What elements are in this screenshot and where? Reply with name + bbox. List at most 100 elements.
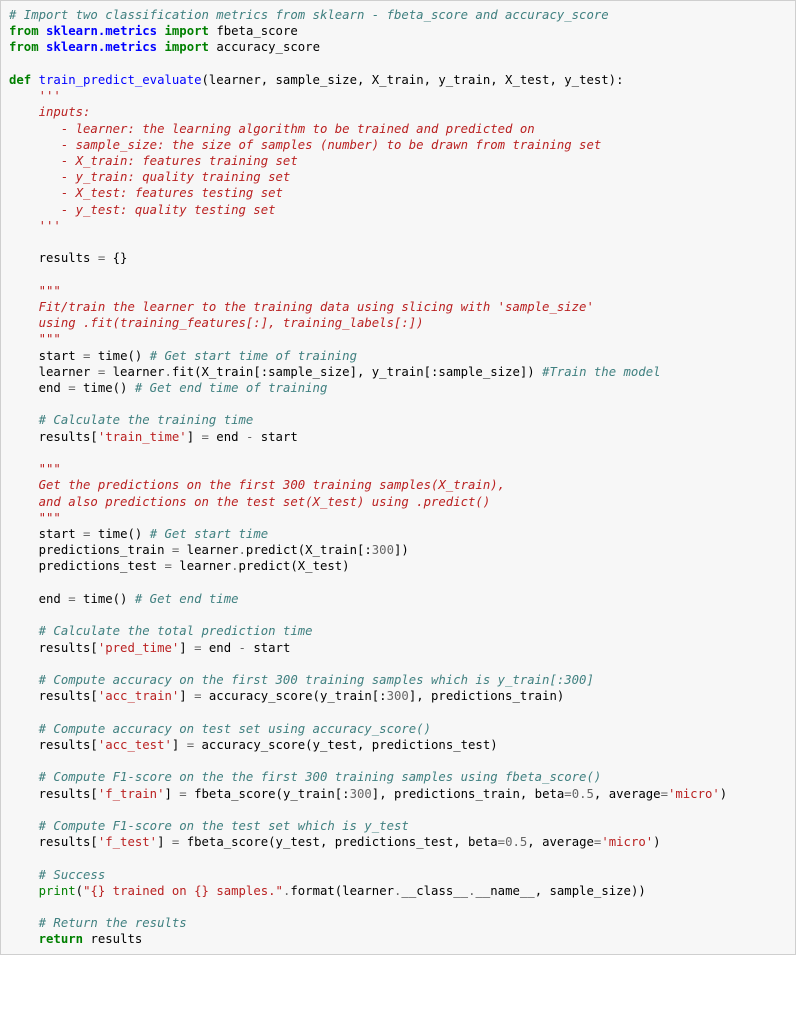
comment: # Return the results (9, 916, 187, 930)
code-text: results[ (9, 738, 98, 752)
code-text: start (9, 527, 83, 541)
operator: = (202, 430, 209, 444)
docstring: """ (9, 284, 61, 298)
code-text: ) (720, 787, 727, 801)
number: 0.5 (572, 787, 594, 801)
docstring: Fit/train the learner to the training da… (9, 300, 594, 314)
comment: #Train the model (542, 365, 660, 379)
code-text: , average (527, 835, 594, 849)
code-text: learner (179, 543, 238, 557)
comment: # Calculate the total prediction time (9, 624, 313, 638)
code-text: ] (179, 689, 194, 703)
docstring: - X_test: features testing set (9, 186, 283, 200)
code-text: predictions_train (9, 543, 172, 557)
module-name: sklearn.metrics (46, 24, 157, 38)
comment: # Get start time of training (150, 349, 357, 363)
code-text: {} (105, 251, 127, 265)
code-text: fbeta_score(y_train[: (187, 787, 350, 801)
code-text: time() (90, 527, 149, 541)
code-text: results[ (9, 641, 98, 655)
docstring: ''' (9, 219, 61, 233)
code-text: end (202, 641, 239, 655)
string: 'f_train' (98, 787, 165, 801)
code-text: ] (187, 430, 202, 444)
docstring: Get the predictions on the first 300 tra… (9, 478, 505, 492)
code-text: results[ (9, 835, 98, 849)
comment: # Compute F1-score on the test set which… (9, 819, 409, 833)
code-text: results[ (9, 787, 98, 801)
signature: (learner, sample_size, X_train, y_train,… (202, 73, 624, 87)
comment: # Compute accuracy on the first 300 trai… (9, 673, 594, 687)
code-cell: # Import two classification metrics from… (0, 0, 796, 955)
string: "{} trained on {} samples." (83, 884, 283, 898)
operator: = (68, 592, 75, 606)
string: 'micro' (601, 835, 653, 849)
comment: # Get end time (135, 592, 239, 606)
code-text: ( (76, 884, 83, 898)
identifier: accuracy_score (216, 40, 320, 54)
operator: = (68, 381, 75, 395)
code-text: accuracy_score(y_train[: (202, 689, 387, 703)
keyword-import: import (165, 40, 209, 54)
docstring: inputs: (9, 105, 90, 119)
code-text: learner (105, 365, 164, 379)
docstring: """ (9, 511, 61, 525)
docstring: - y_test: quality testing set (9, 203, 276, 217)
string: 'acc_train' (98, 689, 179, 703)
code-text: end (9, 381, 68, 395)
string: 'acc_test' (98, 738, 172, 752)
string: 'f_test' (98, 835, 157, 849)
string: 'micro' (668, 787, 720, 801)
code-text: learner (172, 559, 231, 573)
keyword-def: def (9, 73, 31, 87)
docstring: using .fit(training_features[:], trainin… (9, 316, 424, 330)
code-text: ], predictions_train, beta (372, 787, 565, 801)
code-text: predictions_test (9, 559, 164, 573)
code-text: ] (157, 835, 172, 849)
docstring: and also predictions on the test set(X_t… (9, 495, 490, 509)
code-text: __class__ (401, 884, 468, 898)
number: 300 (387, 689, 409, 703)
operator: = (179, 787, 186, 801)
keyword-import: import (165, 24, 209, 38)
code-text: start (253, 430, 297, 444)
docstring: ''' (9, 89, 61, 103)
code-text: fit(X_train[:sample_size], y_train[:samp… (172, 365, 542, 379)
operator: . (164, 365, 171, 379)
function-name: train_predict_evaluate (39, 73, 202, 87)
code-text: results[ (9, 430, 98, 444)
keyword-return: return (39, 932, 83, 946)
code-text: results[ (9, 689, 98, 703)
code-text: ]) (394, 543, 409, 557)
code-text: predict(X_train[: (246, 543, 372, 557)
keyword-from: from (9, 40, 39, 54)
operator: = (498, 835, 505, 849)
code-text: fbeta_score(y_test, predictions_test, be… (179, 835, 497, 849)
builtin-print: print (39, 884, 76, 898)
code-text: , average (594, 787, 661, 801)
comment: # Get end time of training (135, 381, 328, 395)
code-text: start (9, 349, 83, 363)
identifier: fbeta_score (216, 24, 297, 38)
code-text: learner (9, 365, 98, 379)
comment: # Compute F1-score on the the first 300 … (9, 770, 601, 784)
number: 0.5 (505, 835, 527, 849)
comment: # Success (9, 868, 105, 882)
number: 300 (350, 787, 372, 801)
code-text: time() (90, 349, 149, 363)
docstring: """ (9, 332, 61, 346)
module-name: sklearn.metrics (46, 40, 157, 54)
operator: = (564, 787, 571, 801)
operator: . (231, 559, 238, 573)
code-text: start (246, 641, 290, 655)
code-text (9, 884, 39, 898)
code-text: end (9, 592, 68, 606)
code-text: predict(X_test) (239, 559, 350, 573)
code-text: accuracy_score(y_test, predictions_test) (194, 738, 498, 752)
code-text: ) (653, 835, 660, 849)
comment: # Compute accuracy on test set using acc… (9, 722, 431, 736)
operator: = (661, 787, 668, 801)
keyword-from: from (9, 24, 39, 38)
code-text: time() (76, 592, 135, 606)
code-text: ], predictions_train) (409, 689, 564, 703)
